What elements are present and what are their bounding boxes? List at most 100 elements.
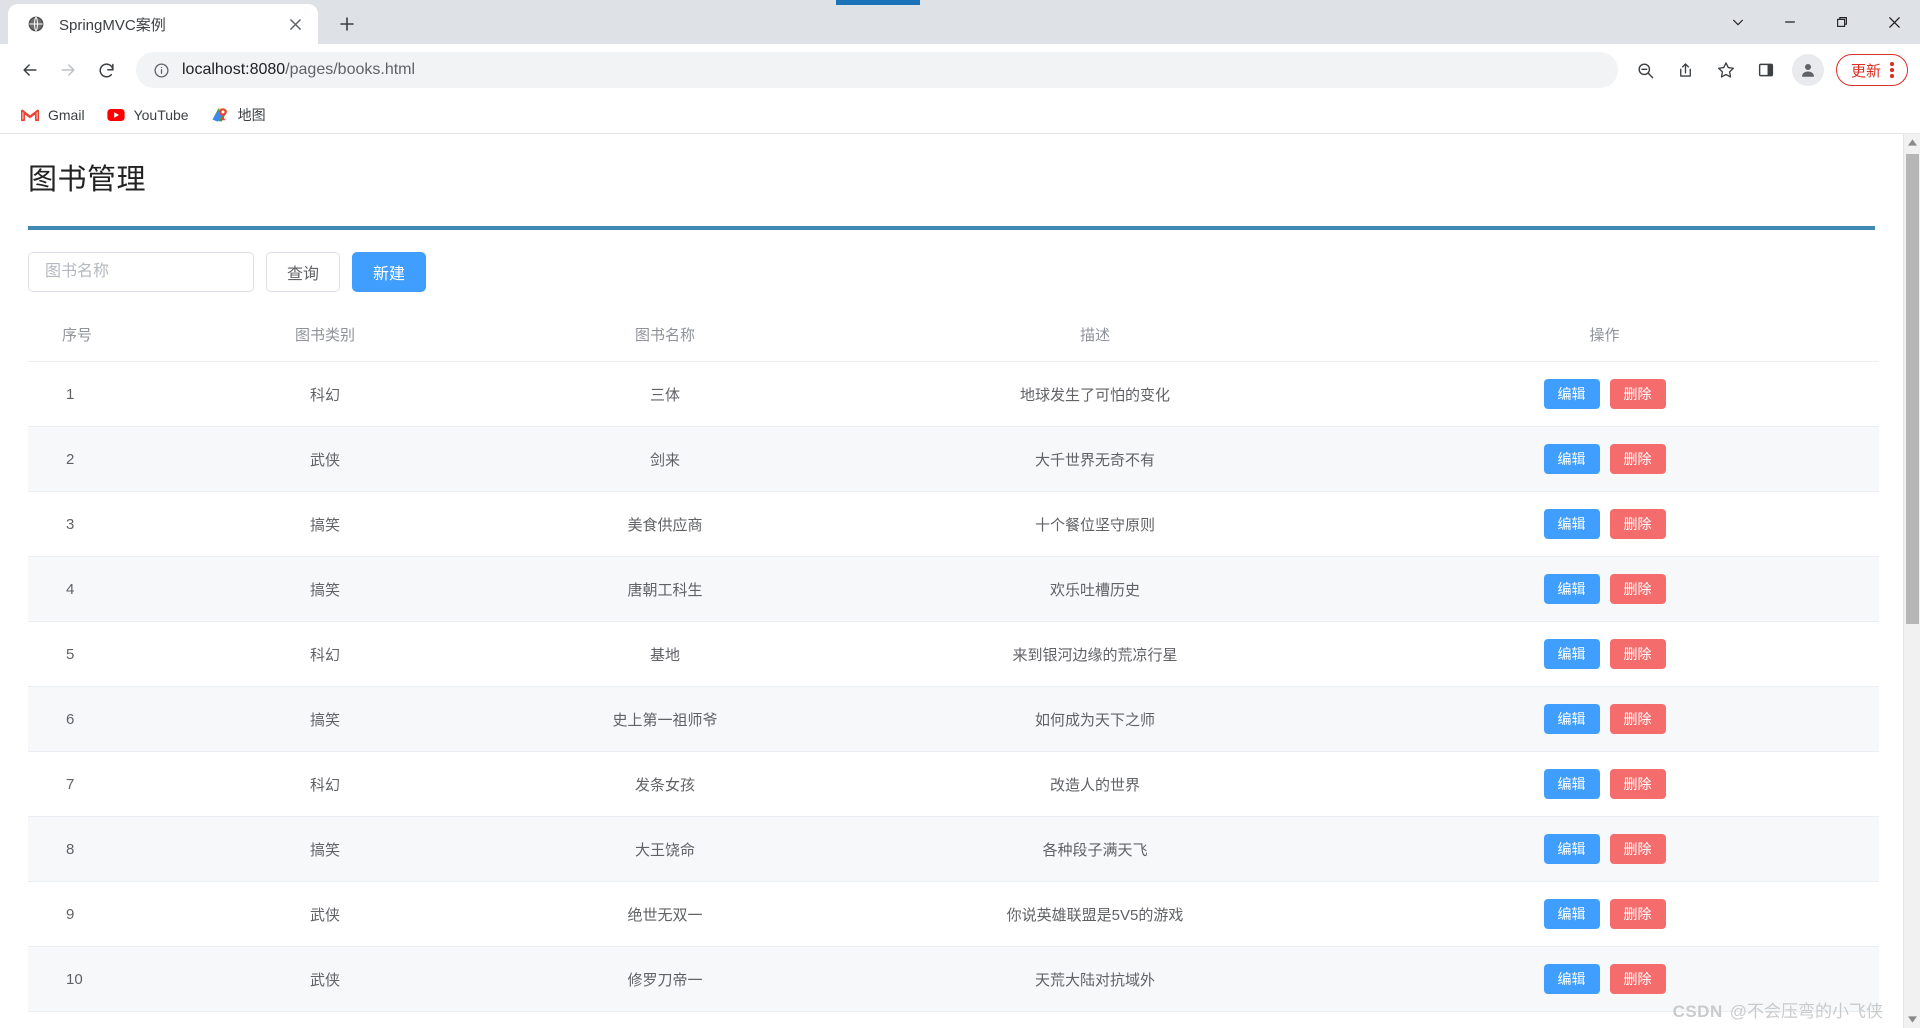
cell-index: 4 xyxy=(28,556,180,622)
delete-button[interactable]: 删除 xyxy=(1609,639,1666,669)
edit-button[interactable]: 编辑 xyxy=(1543,704,1600,734)
share-icon[interactable] xyxy=(1668,52,1704,88)
star-icon[interactable] xyxy=(1708,52,1744,88)
bookmark-maps[interactable]: 地图 xyxy=(202,100,275,130)
cell-description: 各种段子满天飞 xyxy=(860,816,1330,882)
cell-operations: 编辑删除 xyxy=(1330,361,1879,427)
update-button[interactable]: 更新 xyxy=(1835,54,1908,86)
url-path: /pages/books.html xyxy=(285,61,416,78)
cell-book-name: 修罗刀帝一 xyxy=(470,946,860,1012)
address-bar[interactable]: localhost:8080/pages/books.html xyxy=(136,52,1618,88)
column-header-index: 序号 xyxy=(28,310,180,362)
delete-button[interactable]: 删除 xyxy=(1609,704,1666,734)
window-controls xyxy=(1712,0,1920,44)
delete-button[interactable]: 删除 xyxy=(1609,379,1666,409)
cell-index: 7 xyxy=(28,751,180,817)
cell-book-name: 史上第一祖师爷 xyxy=(470,686,860,752)
edit-button[interactable]: 编辑 xyxy=(1543,834,1600,864)
tab-search-chevron-down-icon[interactable] xyxy=(1712,0,1764,44)
new-tab-button[interactable] xyxy=(330,7,364,41)
scrollbar-up-arrow-icon[interactable] xyxy=(1904,134,1920,151)
cell-description: 你说英雄联盟是5V5的游戏 xyxy=(860,881,1330,947)
delete-button[interactable]: 删除 xyxy=(1609,964,1666,994)
bookmark-gmail[interactable]: Gmail xyxy=(12,101,94,129)
scrollbar-down-arrow-icon[interactable] xyxy=(1904,1011,1920,1028)
search-input[interactable] xyxy=(28,252,254,292)
delete-button[interactable]: 删除 xyxy=(1609,574,1666,604)
books-table: 序号 图书类别 图书名称 描述 操作 1 科幻 三体 地球发生了可怕的变化 编辑 删除 2 武… xyxy=(28,310,1879,1028)
edit-button[interactable]: 编辑 xyxy=(1543,964,1600,994)
maximize-icon[interactable] xyxy=(1816,0,1868,44)
page-toolbar: 查询 新建 xyxy=(28,230,1879,310)
kebab-menu-icon[interactable] xyxy=(1883,62,1901,78)
edit-button[interactable]: 编辑 xyxy=(1543,444,1600,474)
create-button[interactable]: 新建 xyxy=(352,252,427,292)
table-row: 2 武侠 剑来 大千世界无奇不有 编辑 删除 xyxy=(28,426,1879,492)
edit-button[interactable]: 编辑 xyxy=(1543,639,1600,669)
google-maps-icon xyxy=(211,106,229,124)
table-row: 11教科书SpringBoot从入门到精通编辑删除 xyxy=(28,1011,1879,1028)
zoom-out-icon[interactable] xyxy=(1628,52,1664,88)
profile-avatar-icon[interactable] xyxy=(1791,54,1824,86)
page-scrollbar[interactable] xyxy=(1903,134,1920,1028)
info-circle-icon[interactable] xyxy=(152,61,170,79)
minimize-icon[interactable] xyxy=(1764,0,1816,44)
table-row: 1 科幻 三体 地球发生了可怕的变化 编辑 删除 xyxy=(28,361,1879,427)
cell-description: 十个餐位坚守原则 xyxy=(860,491,1330,557)
cell-operations: 编辑删除 xyxy=(1330,556,1879,622)
cell-book-name: 唐朝工科生 xyxy=(470,556,860,622)
browser-tab-springmvc[interactable]: SpringMVC案例 xyxy=(8,4,318,44)
delete-button[interactable]: 删除 xyxy=(1609,769,1666,799)
books-table-head: 序号 图书类别 图书名称 描述 操作 xyxy=(28,310,1879,362)
close-icon[interactable] xyxy=(1868,0,1920,44)
update-button-label: 更新 xyxy=(1850,62,1881,80)
cell-operations: 编辑删除 xyxy=(1330,491,1879,557)
cell-category: 武侠 xyxy=(180,946,470,1012)
cell-operations: 编辑删除 xyxy=(1330,751,1879,817)
bookmark-label: Gmail xyxy=(48,106,85,123)
table-row: 6 搞笑 史上第一祖师爷 如何成为天下之师 编辑 删除 xyxy=(28,686,1879,752)
column-header-operations: 操作 xyxy=(1330,310,1879,362)
edit-button[interactable]: 编辑 xyxy=(1543,769,1600,799)
delete-button[interactable]: 删除 xyxy=(1609,834,1666,864)
back-arrow-icon[interactable] xyxy=(12,52,48,88)
edit-button[interactable]: 编辑 xyxy=(1543,509,1600,539)
reload-icon[interactable] xyxy=(88,52,124,88)
column-header-name: 图书名称 xyxy=(470,310,860,362)
cell-operations: 编辑删除 xyxy=(1330,426,1879,492)
edit-button[interactable]: 编辑 xyxy=(1543,379,1600,409)
side-panel-icon[interactable] xyxy=(1748,52,1784,88)
page-viewport: 图书管理 查询 新建 序号 图书类别 图书名称 描述 操作 1科幻三体地球 xyxy=(0,134,1920,1028)
delete-button[interactable]: 删除 xyxy=(1609,509,1666,539)
cell-description: 欢乐吐槽历史 xyxy=(860,556,1330,622)
tab-title: SpringMVC案例 xyxy=(59,16,166,34)
table-header-row: 序号 图书类别 图书名称 描述 操作 xyxy=(28,310,1879,362)
forward-arrow-icon[interactable] xyxy=(50,52,86,88)
globe-icon xyxy=(26,14,45,34)
cell-book-name: 大王饶命 xyxy=(470,816,860,882)
scrollbar-thumb[interactable] xyxy=(1906,154,1919,624)
page-title: 图书管理 xyxy=(28,164,147,196)
query-button[interactable]: 查询 xyxy=(266,252,341,292)
column-header-description: 描述 xyxy=(860,310,1330,362)
cell-index: 2 xyxy=(28,426,180,492)
cell-book-name: 美食供应商 xyxy=(470,491,860,557)
delete-button[interactable]: 删除 xyxy=(1609,899,1666,929)
cell-category: 科幻 xyxy=(180,621,470,687)
delete-button[interactable]: 删除 xyxy=(1609,444,1666,474)
tab-close-icon[interactable] xyxy=(282,11,308,37)
cell-index: 9 xyxy=(28,881,180,947)
edit-button[interactable]: 编辑 xyxy=(1543,574,1600,604)
cell-category: 搞笑 xyxy=(180,556,470,622)
table-row: 7 科幻 发条女孩 改造人的世界 编辑 删除 xyxy=(28,751,1879,817)
cell-description: 如何成为天下之师 xyxy=(860,686,1330,752)
cell-description: 天荒大陆对抗域外 xyxy=(860,946,1330,1012)
cell-index: 6 xyxy=(28,686,180,752)
bookmark-youtube[interactable]: YouTube xyxy=(98,101,198,129)
cell-description: 地球发生了可怕的变化 xyxy=(860,361,1330,427)
url-host: localhost:8080 xyxy=(182,61,286,78)
cell-category: 搞笑 xyxy=(180,686,470,752)
table-row: 9 武侠 绝世无双一 你说英雄联盟是5V5的游戏 编辑 删除 xyxy=(28,881,1879,947)
cell-category: 搞笑 xyxy=(180,491,470,557)
edit-button[interactable]: 编辑 xyxy=(1543,899,1600,929)
